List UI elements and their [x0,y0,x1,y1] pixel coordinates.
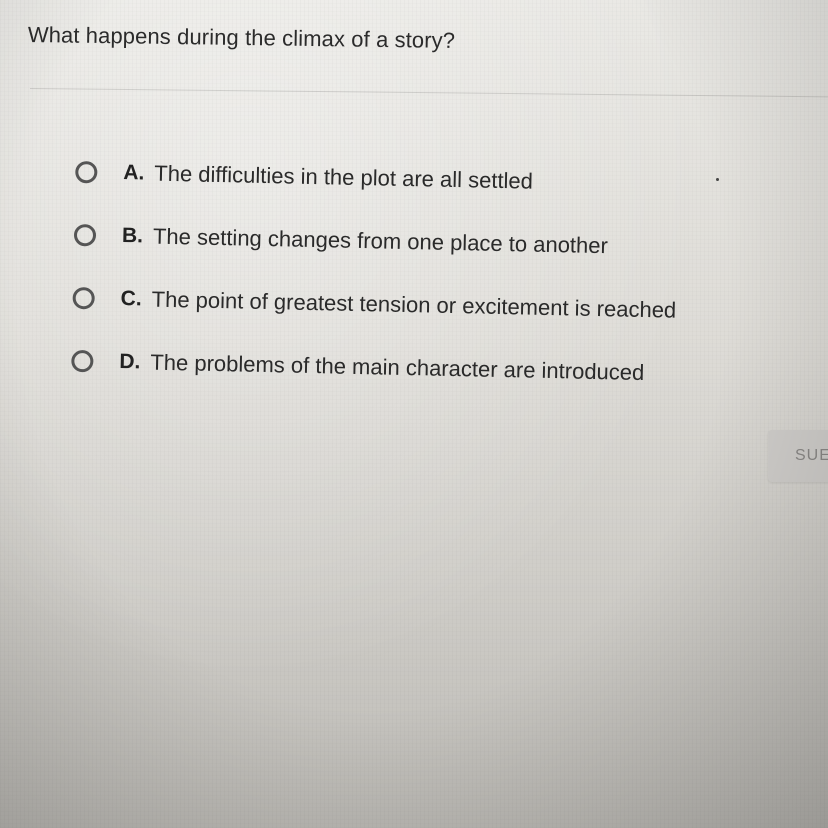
choice-text: The setting changes from one place to an… [152,223,609,258]
radio-button-b[interactable] [73,223,97,246]
choice-letter: C. [120,286,142,310]
radio-button-d[interactable] [71,349,94,372]
question-text: What happens during the climax of a stor… [27,22,456,53]
screen-texture [0,0,828,828]
submit-button[interactable]: SUE [768,430,828,482]
screen-speck [716,178,719,181]
choice-text: The difficulties in the plot are all set… [154,160,534,194]
choice-text: The problems of the main character are i… [150,349,645,385]
photo-vignette [0,0,828,828]
choice-letter: D. [119,349,141,373]
choice-letter: B. [121,223,144,247]
radio-button-a[interactable] [75,160,98,183]
answer-choices: A. The difficulties in the plot are all … [71,140,806,407]
radio-button-c[interactable] [72,286,95,309]
choice-text: The point of greatest tension or excitem… [151,286,677,323]
question-divider [29,88,828,98]
choice-letter: A. [123,160,145,184]
